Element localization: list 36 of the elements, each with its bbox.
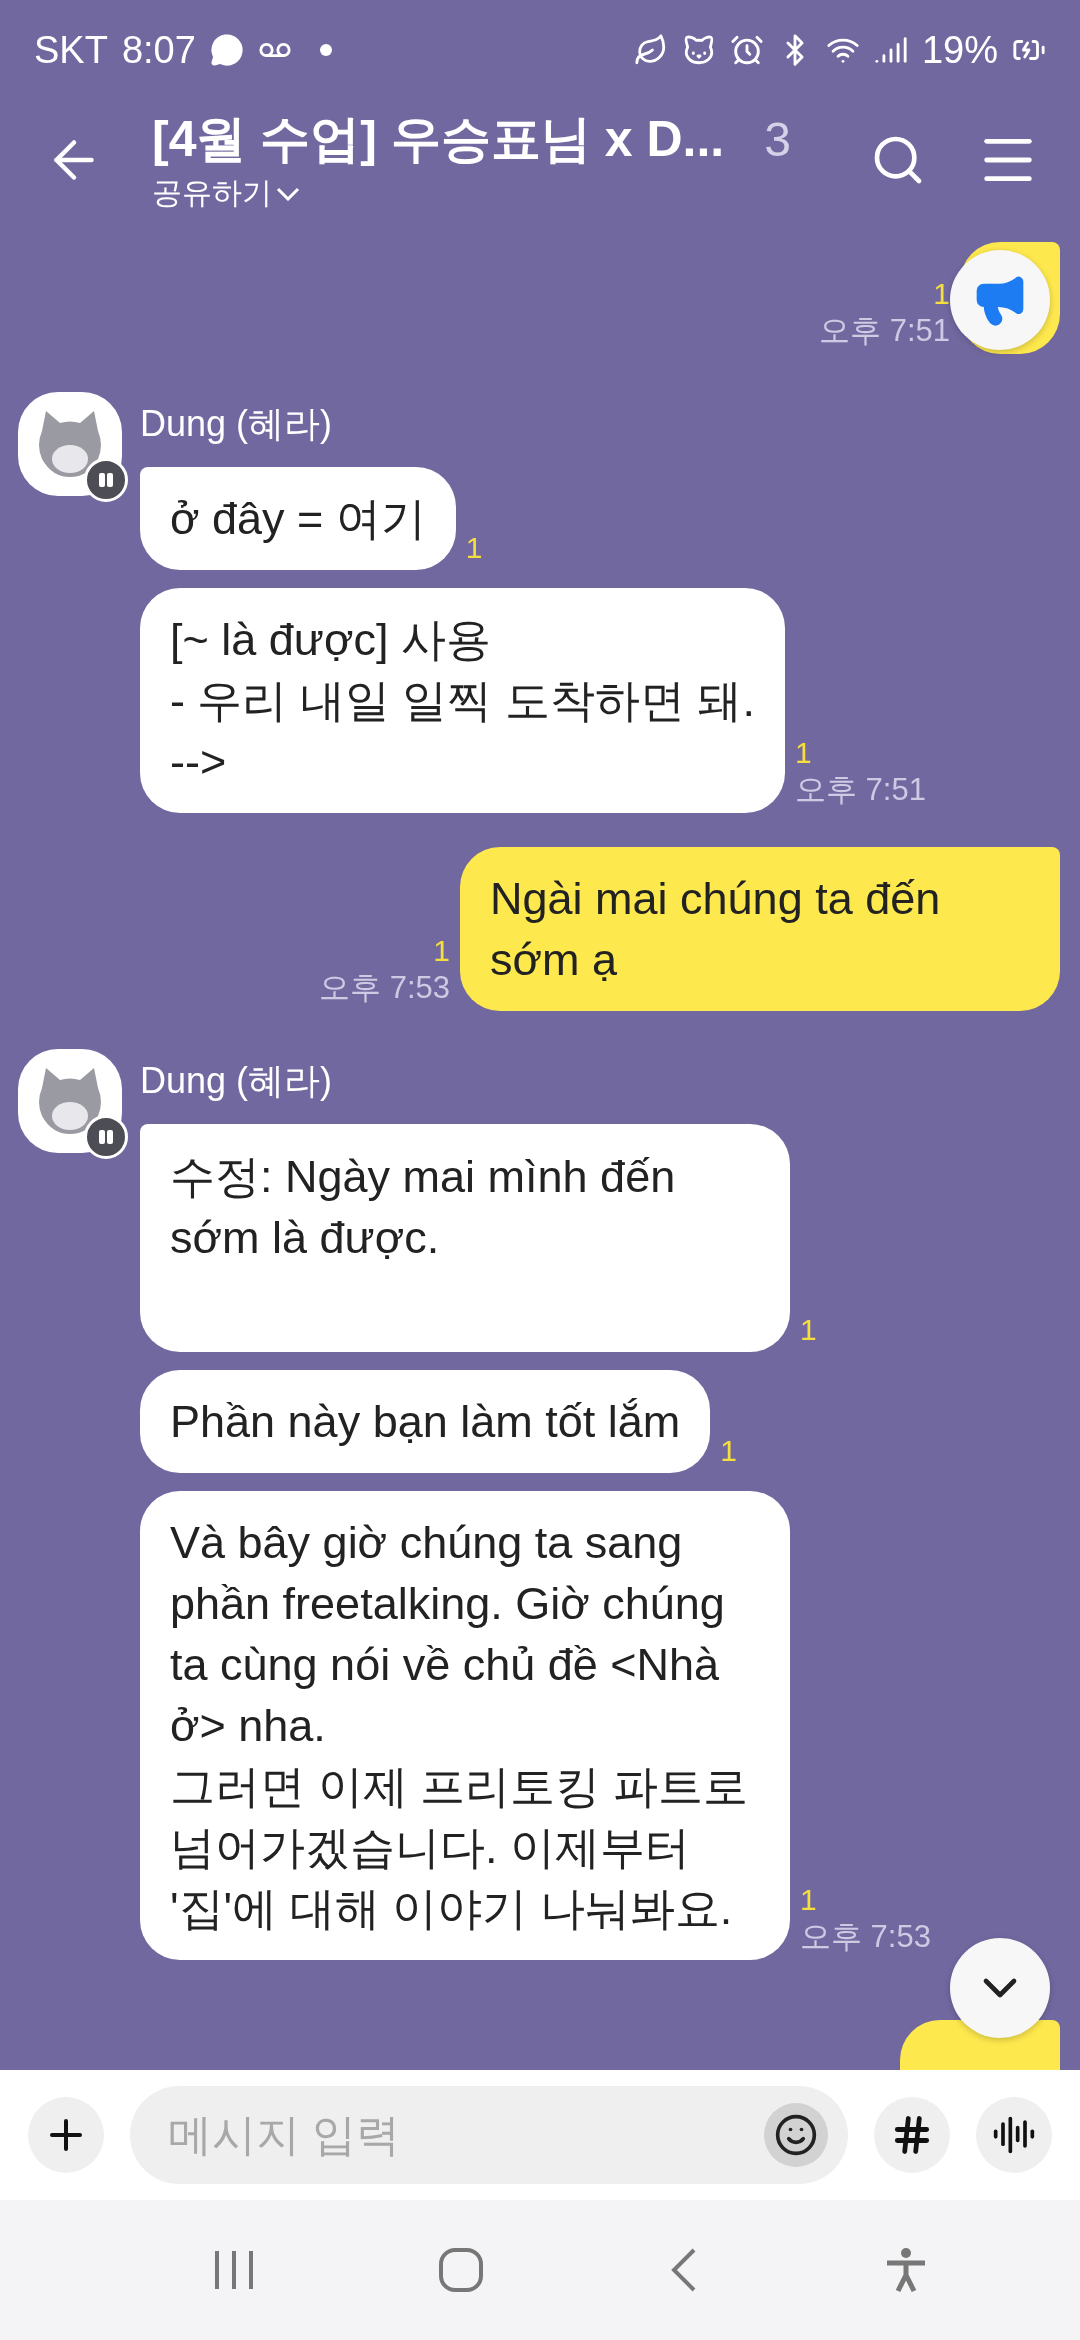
clock: 8:07 [121, 28, 196, 72]
announcement-button[interactable] [950, 250, 1050, 350]
badge-icon [84, 458, 128, 502]
chevron-down-icon [276, 186, 300, 201]
read-count: 1 [720, 1433, 737, 1469]
message-time: 오후 7:51 [819, 312, 950, 350]
member-count: 3 [764, 112, 791, 167]
message-bubble: Ngài mai chúng ta đến sớm ạ [460, 847, 1060, 1011]
share-button[interactable]: 공유하기 [152, 173, 820, 214]
sender-name: Dung (혜라) [140, 402, 334, 446]
message-bubble: Và bây giờ chúng ta sang phần freetalking. Giờ chúng ta cùng nói về chủ đề <Nhà ở> nha. 그러면 이제 프리토킹 파트로 넘어가겠습니다. 이제부터 '집'에 대해 이야기 나눠봐요. [140, 1491, 790, 1960]
message-bubble: ở đây = 여기 [140, 467, 456, 570]
chat-title: [4월 수업] 우승표님 x D... [152, 110, 725, 169]
badge-icon [84, 1115, 128, 1159]
dot-icon [319, 44, 332, 56]
message-time: 오후 7:53 [319, 969, 450, 1007]
read-count: 1 [465, 530, 483, 566]
message-bubble: [~ là được] 사용 - 우리 내일 일찍 도착하면 돼. --> [140, 588, 785, 813]
message-field[interactable]: 메시지 입력 [130, 2086, 848, 2184]
carrier: SKT [34, 28, 108, 72]
read-count: 1 [795, 735, 812, 771]
scroll-down-button[interactable] [950, 1938, 1050, 2038]
read-count: 1 [800, 1312, 817, 1348]
message-bubble: Phần này bạn làm tốt lắm [140, 1370, 711, 1473]
message-bubble: 수정: Ngày mai mình đến sớm là được. [140, 1124, 790, 1352]
read-count: 1 [800, 1882, 817, 1918]
message-time: 오후 7:53 [800, 1918, 931, 1956]
chat-icon [209, 33, 244, 67]
battery-level: 19% [921, 28, 998, 72]
sender-name: Dung (혜라) [140, 1059, 334, 1103]
alarm-icon [729, 33, 764, 67]
read-count: 1 [433, 933, 450, 969]
smiley-icon [774, 2113, 818, 2157]
leaf-icon [633, 33, 668, 67]
message-time: 오후 7:51 [795, 771, 926, 809]
read-count: 1 [933, 276, 950, 312]
